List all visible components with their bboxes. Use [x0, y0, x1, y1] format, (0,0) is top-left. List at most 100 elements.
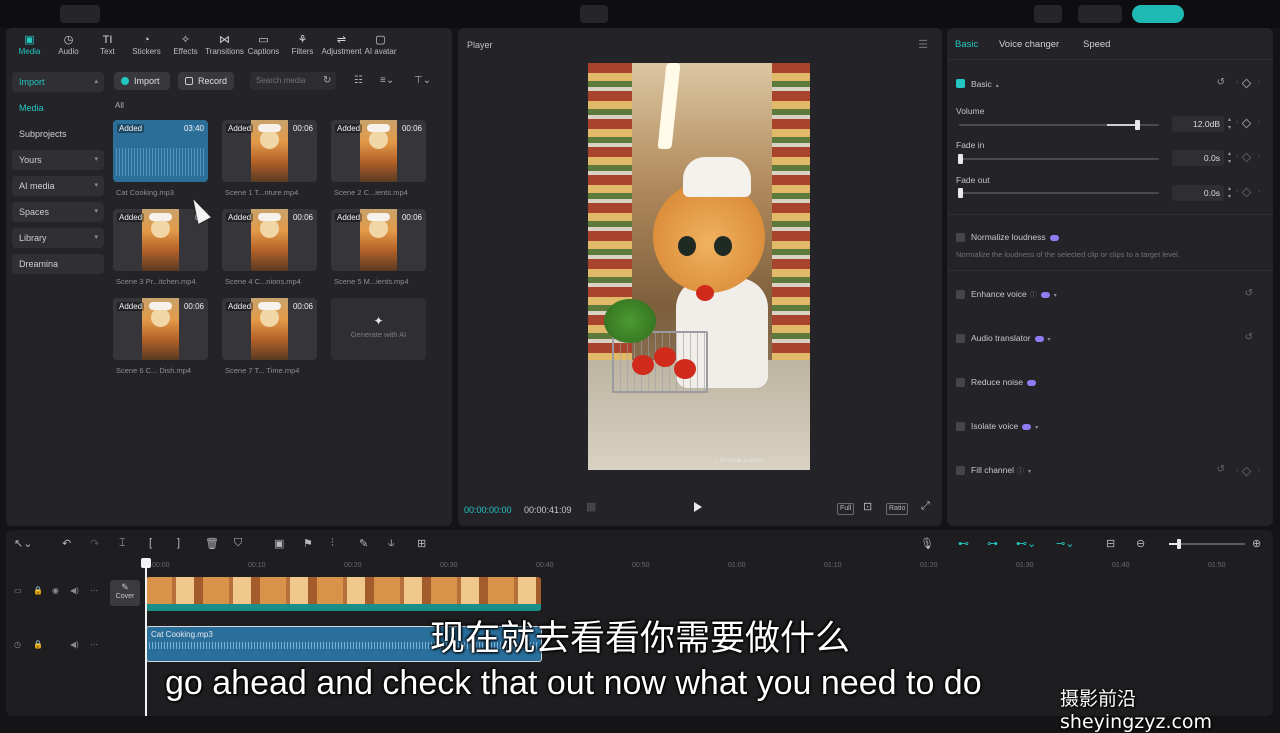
fill-channel-next-keyframe-icon[interactable]: ›: [1258, 467, 1260, 474]
split-icon[interactable]: ⌶: [119, 537, 126, 550]
select-tool-icon[interactable]: ↖⌄: [14, 537, 32, 550]
fullscreen-icon[interactable]: ⤢: [921, 500, 930, 513]
fade-in-stepper[interactable]: ▴ ▾: [1225, 150, 1234, 166]
full-quality-button[interactable]: Full: [837, 503, 855, 515]
chevron-down-icon[interactable]: ▾: [1048, 337, 1051, 343]
media-item-video[interactable]: Added 00:06 Scene 7 T... Time.mp4: [222, 298, 317, 375]
media-item-video[interactable]: Added 00:06 Scene 5 M...ients.mp4: [331, 209, 426, 286]
sidebar-item-import[interactable]: Import ▴: [12, 72, 104, 92]
fade-out-stepper[interactable]: ▴ ▾: [1225, 185, 1234, 201]
delete-icon[interactable]: 🗑: [205, 537, 219, 550]
volume-slider[interactable]: [959, 120, 1159, 130]
tab-basic[interactable]: Basic: [955, 39, 978, 50]
media-item-video[interactable]: Added 00 Scene 3 Pr...itchen.mp4: [113, 209, 208, 286]
volume-slider-handle[interactable]: [1135, 120, 1140, 130]
tool-tab-adjustment[interactable]: ⇌ Adjustment: [321, 28, 361, 62]
volume-value[interactable]: 12.0dB: [1172, 116, 1224, 132]
tool-tab-ai-avatar[interactable]: ▢ AI avatar: [361, 28, 400, 62]
basic-section-title[interactable]: Basic ▴: [971, 79, 999, 89]
ratio-button[interactable]: Ratio: [886, 503, 909, 515]
generate-with-ai-tile[interactable]: ✦ Generate with AI: [331, 298, 426, 360]
microphone-icon[interactable]: 🎙: [920, 537, 934, 550]
cover-button[interactable]: ✎ Cover: [110, 580, 140, 606]
media-item-video[interactable]: Added 00:06 Scene 6 C... Dish.mp4: [113, 298, 208, 375]
fade-out-slider-handle[interactable]: [958, 188, 963, 198]
trim-left-icon[interactable]: [: [149, 537, 152, 549]
speaker-icon[interactable]: ◀): [70, 586, 79, 595]
volume-next-keyframe-icon[interactable]: ›: [1258, 119, 1260, 126]
media-item-video[interactable]: Added 00:06 Scene 2 C...ients.mp4: [331, 120, 426, 197]
sort-icon[interactable]: ≡⌄: [380, 72, 394, 90]
audio-translator-title[interactable]: Audio translator ▾: [971, 333, 1051, 343]
fade-out-next-keyframe-icon[interactable]: ›: [1258, 188, 1260, 195]
filter-icon[interactable]: ⊤⌄: [414, 72, 431, 90]
sidebar-item-spaces[interactable]: Spaces ▾: [12, 202, 104, 222]
tab-speed[interactable]: Speed: [1083, 39, 1110, 50]
isolate-voice-title[interactable]: Isolate voice ▾: [971, 421, 1038, 431]
zoom-in-icon[interactable]: ⊕: [1252, 537, 1261, 550]
timeline-mode-icon[interactable]: ▦: [586, 500, 596, 513]
record-button[interactable]: Record: [178, 72, 234, 90]
lock-icon[interactable]: 🔒: [33, 586, 43, 595]
eye-icon[interactable]: ◉: [52, 586, 59, 595]
sidebar-item-library[interactable]: Library ▾: [12, 228, 104, 248]
prev-keyframe-icon[interactable]: ‹: [1236, 79, 1238, 86]
isolate-voice-checkbox[interactable]: [956, 422, 965, 431]
undo-icon[interactable]: ↶: [62, 537, 71, 550]
adjust-icon[interactable]: ⫶: [331, 537, 334, 550]
crop-icon[interactable]: ⊞: [417, 537, 426, 550]
sidebar-item-yours[interactable]: Yours ▾: [12, 150, 104, 170]
export-button[interactable]: [1132, 5, 1184, 23]
media-item-video[interactable]: Added 00:06 Scene 4 C...nions.mp4: [222, 209, 317, 286]
fade-in-prev-keyframe-icon[interactable]: ‹: [1236, 153, 1238, 160]
fade-out-value[interactable]: 0.0s: [1172, 185, 1224, 201]
zoom-slider-handle[interactable]: [1176, 539, 1181, 549]
chevron-down-icon[interactable]: ▾: [1028, 469, 1031, 475]
menu-icon[interactable]: ☰: [918, 38, 928, 51]
redo-icon[interactable]: ↷: [90, 537, 99, 550]
enhance-voice-title[interactable]: Enhance voice ⓘ ▾: [971, 289, 1057, 300]
media-item-video[interactable]: Added 00:06 Scene 1 T...nture.mp4: [222, 120, 317, 197]
grid-view-icon[interactable]: ☷: [354, 72, 363, 90]
more-icon[interactable]: ⋯: [90, 586, 98, 595]
top-share-placeholder[interactable]: [1078, 5, 1122, 23]
fade-in-slider-handle[interactable]: [958, 154, 963, 164]
chevron-down-icon[interactable]: ▾: [1054, 293, 1057, 299]
fill-channel-prev-keyframe-icon[interactable]: ‹: [1236, 467, 1238, 474]
reset-icon[interactable]: ↺: [1217, 77, 1225, 88]
zoom-out-icon[interactable]: ⊖: [1136, 537, 1145, 550]
fill-channel-keyframe-icon[interactable]: [1241, 466, 1252, 477]
refresh-icon[interactable]: ↻: [323, 72, 331, 90]
fill-channel-checkbox[interactable]: [956, 466, 965, 475]
fade-in-slider[interactable]: [958, 154, 1159, 164]
fade-in-value[interactable]: 0.0s: [1172, 150, 1224, 166]
sidebar-item-dreamina[interactable]: Dreamina: [12, 254, 104, 274]
audio-split-icon[interactable]: ⫝: [388, 537, 395, 550]
magnet-icon[interactable]: ⊶: [987, 537, 998, 550]
tool-tab-text[interactable]: TI Text: [88, 28, 127, 62]
sidebar-item-ai-media[interactable]: AI media ▾: [12, 176, 104, 196]
zoom-slider[interactable]: [1169, 539, 1245, 549]
audio-translator-reset-icon[interactable]: ↺: [1245, 332, 1253, 343]
next-keyframe-icon[interactable]: ›: [1258, 79, 1260, 86]
basic-checkbox[interactable]: [956, 79, 965, 88]
tool-tab-media[interactable]: ▣ Media: [10, 28, 49, 62]
play-button[interactable]: [694, 502, 702, 512]
media-filter-all[interactable]: All: [115, 101, 124, 110]
audio-translator-checkbox[interactable]: [956, 334, 965, 343]
fade-out-keyframe-icon[interactable]: [1241, 187, 1252, 198]
tool-tab-captions[interactable]: ▭ Captions: [244, 28, 283, 62]
video-preview[interactable]: ♪ TikTok ▶ CapCut: [588, 63, 810, 470]
top-action-placeholder[interactable]: [1034, 5, 1062, 23]
tool-tab-transitions[interactable]: ⋈ Transitions: [205, 28, 244, 62]
tool-tab-stickers[interactable]: ◔ Stickers: [127, 28, 166, 62]
media-item-audio[interactable]: Added 03:40 Cat Cooking.mp3: [113, 120, 208, 197]
link-main-track-icon[interactable]: ⊷: [958, 537, 969, 550]
fade-out-prev-keyframe-icon[interactable]: ‹: [1236, 188, 1238, 195]
marker-icon[interactable]: ⚑: [303, 537, 313, 550]
tool-tab-filters[interactable]: ⚘ Filters: [283, 28, 322, 62]
reduce-noise-checkbox[interactable]: [956, 378, 965, 387]
normalize-loudness-checkbox[interactable]: [956, 233, 965, 242]
fade-in-next-keyframe-icon[interactable]: ›: [1258, 153, 1260, 160]
volume-keyframe-icon[interactable]: [1241, 118, 1252, 129]
